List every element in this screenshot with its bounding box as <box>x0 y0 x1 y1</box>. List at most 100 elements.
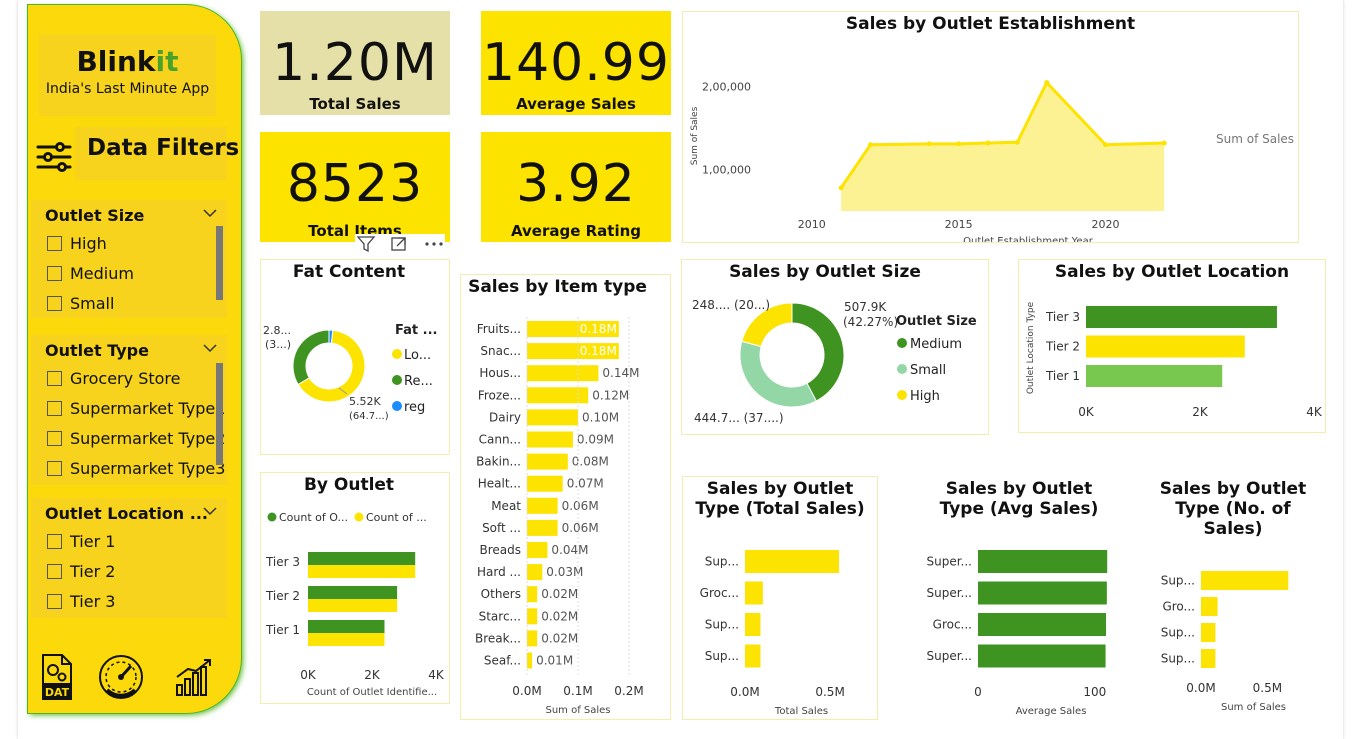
value-label: 0.02M <box>541 609 578 623</box>
type-total-svg: Sup... Groc... Sup... Sup... 0.0M 0.5M Total S… <box>700 550 845 717</box>
chart-fat-content: Fat Content 2.8... (3...) 5.52K (64.7...) Fa… <box>260 259 450 455</box>
category-label: Sup... <box>705 618 739 632</box>
checkbox[interactable] <box>47 593 62 609</box>
filter-title: Outlet Size <box>45 206 145 225</box>
x-tick: 0K <box>1078 405 1095 419</box>
legend-title: Outlet Size <box>896 314 977 329</box>
by-outlet-svg: Count of O... Count of ... Tier 3 Tier 2 Tie… <box>265 511 445 698</box>
data-label: (64.7...) <box>349 411 389 422</box>
chart-title: Sales by Outlet Type (No. of Sales) <box>1159 479 1307 539</box>
chevron-down-icon[interactable] <box>203 506 217 516</box>
chart-title: Sales by Item type <box>468 277 647 297</box>
bar <box>527 564 543 581</box>
bar <box>527 608 538 625</box>
filter-outlet-location: Outlet Location ... Tier 1 Tier 2 Tier 3 <box>31 498 227 618</box>
checkbox[interactable] <box>47 430 62 446</box>
chart-title: Sales by Outlet Type (Avg Sales) <box>939 479 1099 519</box>
value-label: 0.06M <box>562 521 599 535</box>
bar <box>308 565 416 578</box>
option-label: Supermarket Type2 <box>70 428 226 448</box>
data-point <box>1161 140 1167 146</box>
x-tick: 100 <box>1083 685 1106 699</box>
value-label: 0.14M <box>602 366 639 380</box>
checkbox[interactable] <box>47 533 62 549</box>
filter-outlet-size: Outlet Size High Medium Small <box>31 200 227 318</box>
scrollbar[interactable] <box>216 363 223 465</box>
area-fill <box>841 82 1165 211</box>
bar <box>527 630 538 647</box>
filter-option-small[interactable]: Small <box>31 288 227 318</box>
filter-option-tier3[interactable]: Tier 3 <box>31 586 227 616</box>
x-tick: 0 <box>974 685 982 699</box>
bar <box>308 552 416 565</box>
legend-label: High <box>910 389 940 404</box>
filter-option-high[interactable]: High <box>31 228 227 258</box>
checkbox[interactable] <box>47 370 62 386</box>
x-tick: 0K <box>300 668 317 682</box>
slice-regular <box>292 329 330 386</box>
bar <box>527 409 578 426</box>
legend-marker <box>392 401 402 411</box>
kpi-average-sales: 140.99 Average Sales <box>481 11 671 115</box>
category-label: Super... <box>927 649 973 663</box>
x-tick: 2015 <box>945 218 973 231</box>
checkbox[interactable] <box>47 265 62 281</box>
chart-by-outlet: By Outlet Count of O... Count of ... Tier … <box>260 472 450 704</box>
scrollbar[interactable] <box>216 226 223 300</box>
value-label: 0.10M <box>582 410 619 424</box>
bar <box>308 620 385 633</box>
filter-option-super1[interactable]: Supermarket Type1 <box>31 393 227 423</box>
bar <box>527 519 558 536</box>
more-options-icon[interactable] <box>425 242 443 246</box>
kpi-value: 140.99 <box>482 33 670 93</box>
category-label: Tier 2 <box>1045 340 1080 354</box>
filter-option-super3[interactable]: Supermarket Type3 <box>31 453 227 483</box>
chart-establishment: Sales by Outlet Establishment 2010 2015 20… <box>682 11 1299 243</box>
checkbox[interactable] <box>47 563 62 579</box>
establishment-svg: 2010 2015 2020 1,00,000 2,00,000 Outlet Estab… <box>690 79 1294 242</box>
category-label: Sup... <box>1161 626 1195 640</box>
checkbox[interactable] <box>47 235 62 251</box>
category-label: Super... <box>927 586 973 600</box>
legend-marker <box>267 512 277 522</box>
x-axis-label: Outlet Establishment Year <box>963 236 1094 242</box>
chart-title: Sales by Outlet Type (Total Sales) <box>695 479 865 519</box>
filter-option-tier1[interactable]: Tier 1 <box>31 526 227 556</box>
filter-option-medium[interactable]: Medium <box>31 258 227 288</box>
bar <box>308 586 398 599</box>
checkbox[interactable] <box>47 460 62 476</box>
value-label: 0.18M <box>580 322 617 336</box>
bar <box>978 613 1107 636</box>
option-label: High <box>70 233 107 253</box>
bar <box>745 644 761 668</box>
chevron-down-icon[interactable] <box>203 343 217 353</box>
legend-marker <box>897 390 907 400</box>
value-label: 0.18M <box>580 344 617 358</box>
filter-option-super2[interactable]: Supermarket Type2 <box>31 423 227 453</box>
x-axis-label: Sum of Sales <box>1221 702 1286 713</box>
checkbox[interactable] <box>47 295 62 311</box>
category-label: Groc... <box>700 586 739 600</box>
filter-option-grocery[interactable]: Grocery Store <box>31 363 227 393</box>
bar <box>1086 335 1245 358</box>
bar <box>527 387 589 404</box>
chevron-down-icon[interactable] <box>203 208 217 218</box>
chart-item-type: Sales by Item type Fruits... 0.18M Snac...… <box>460 274 671 720</box>
legend-marker <box>354 512 364 522</box>
kpi-total-items: 8523 Total Items <box>260 132 450 242</box>
bar <box>527 431 573 448</box>
filter-title: Outlet Location ... <box>45 504 208 523</box>
data-label: (42.27%) <box>843 315 898 329</box>
bar-chart-icon[interactable] <box>174 652 214 702</box>
data-label: (3...) <box>265 338 291 351</box>
legend-marker <box>897 364 907 374</box>
data-label: 507.9K <box>844 300 887 314</box>
brand-logo: Blinkit India's Last Minute App <box>39 34 216 116</box>
filter-option-tier2[interactable]: Tier 2 <box>31 556 227 586</box>
checkbox[interactable] <box>47 400 62 416</box>
data-icon[interactable]: DAT <box>40 652 74 702</box>
gauge-icon[interactable] <box>98 652 144 702</box>
x-tick: 0.5M <box>1253 681 1282 695</box>
data-label: 248.... (20...) <box>692 298 770 312</box>
x-tick: 2020 <box>1092 218 1120 231</box>
